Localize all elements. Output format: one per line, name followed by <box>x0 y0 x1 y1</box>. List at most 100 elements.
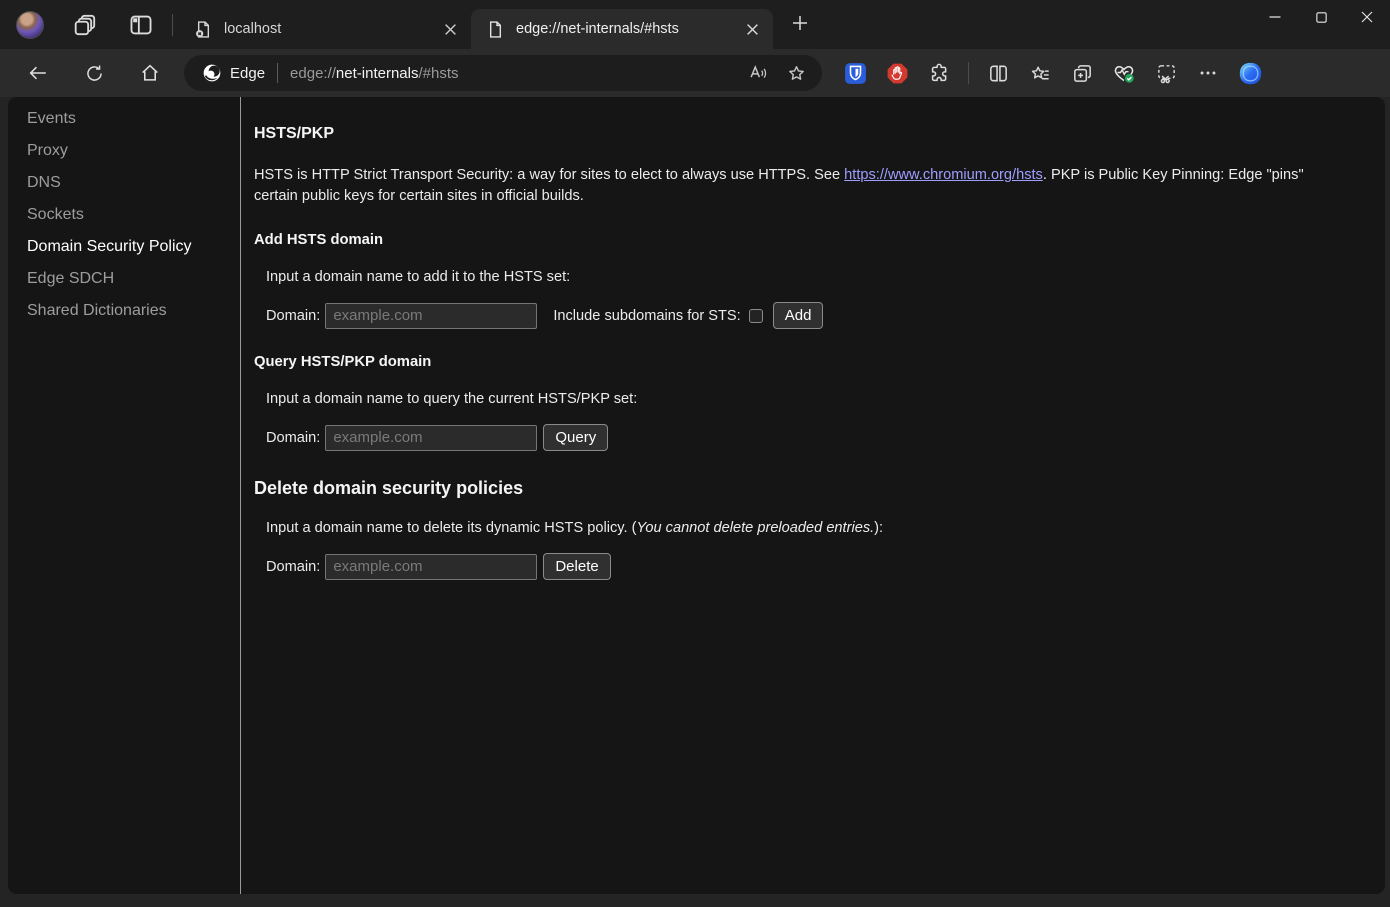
close-window-button[interactable] <box>1344 0 1390 34</box>
window-controls <box>1252 0 1390 34</box>
edge-logo <box>202 63 222 83</box>
delete-instruction-after: ): <box>874 520 883 536</box>
tab-actions-icon <box>128 12 154 38</box>
workspaces-button[interactable] <box>70 10 100 40</box>
edge-badge-label: Edge <box>230 65 265 82</box>
url-path: /#hsts <box>418 65 458 82</box>
sidebar-item-edge-sdch[interactable]: Edge SDCH <box>8 263 240 295</box>
add-hsts-instruction: Input a domain name to add it to the HST… <box>266 269 1337 285</box>
query-hsts-instruction: Input a domain name to query the current… <box>266 391 1337 407</box>
read-aloud-button[interactable] <box>742 58 774 88</box>
home-icon <box>139 62 161 84</box>
delete-instruction-italic: You cannot delete preloaded entries. <box>636 520 874 536</box>
back-button[interactable] <box>20 55 56 91</box>
net-internals-sidebar: Events Proxy DNS Sockets Domain Security… <box>8 97 241 894</box>
add-hsts-form: Domain: Include subdomains for STS: Add <box>266 302 1337 329</box>
browser-essentials-icon <box>1112 61 1136 85</box>
settings-more-button[interactable] <box>1191 56 1225 90</box>
more-icon <box>1197 62 1219 84</box>
subdomains-checkbox[interactable] <box>749 309 763 323</box>
minimize-icon <box>1268 10 1282 24</box>
delete-instruction-before: Input a domain name to delete its dynami… <box>266 520 636 536</box>
collections-icon <box>1071 62 1094 85</box>
sidebar-item-dns[interactable]: DNS <box>8 167 240 199</box>
tab-localhost[interactable]: localhost <box>179 9 471 49</box>
maximize-icon <box>1315 11 1328 24</box>
query-hsts-form: Domain: Query <box>266 424 1337 451</box>
adblock-icon <box>885 61 910 86</box>
collections-button[interactable] <box>1065 56 1099 90</box>
addressbar-separator <box>277 63 278 83</box>
delete-button[interactable]: Delete <box>543 553 610 580</box>
chromium-hsts-link[interactable]: https://www.chromium.org/hsts <box>844 167 1043 183</box>
favorite-button[interactable] <box>780 58 812 88</box>
profile-avatar[interactable] <box>16 11 44 39</box>
query-domain-input[interactable] <box>325 425 537 451</box>
web-content: Events Proxy DNS Sockets Domain Security… <box>8 97 1385 894</box>
bitwarden-icon <box>843 61 868 86</box>
site-info-chip[interactable]: Edge <box>202 63 265 83</box>
copilot-button[interactable] <box>1233 56 1267 90</box>
add-domain-input[interactable] <box>325 303 537 329</box>
add-hsts-heading: Add HSTS domain <box>254 232 1337 248</box>
page-title: HSTS/PKP <box>254 125 1337 143</box>
extensions-icon <box>928 62 951 85</box>
new-tab-icon <box>790 13 810 33</box>
query-domain-label: Domain: <box>266 430 320 446</box>
url-text: edge://net-internals/#hsts <box>290 65 742 82</box>
toolbar: Edge edge://net-internals/#hsts <box>0 49 1390 97</box>
delete-domain-input[interactable] <box>325 554 537 580</box>
sidebar-item-shared-dictionaries[interactable]: Shared Dictionaries <box>8 295 240 327</box>
delete-policies-instruction: Input a domain name to delete its dynami… <box>266 520 1337 536</box>
add-button[interactable]: Add <box>773 302 824 329</box>
intro-before-link: HSTS is HTTP Strict Transport Security: … <box>254 167 844 183</box>
query-button[interactable]: Query <box>543 424 608 451</box>
tab-actions-button[interactable] <box>126 10 156 40</box>
screenshot-button[interactable] <box>1149 56 1183 90</box>
sidebar-item-sockets[interactable]: Sockets <box>8 199 240 231</box>
back-icon <box>27 62 49 84</box>
tab-strip: localhost edge://net-internals/#hsts <box>179 0 815 49</box>
read-aloud-icon <box>747 62 769 84</box>
titlebar: localhost edge://net-internals/#hsts <box>0 0 1390 49</box>
home-button[interactable] <box>132 55 168 91</box>
toolbar-extensions <box>838 56 1267 90</box>
refresh-icon <box>84 63 105 84</box>
favorites-icon <box>1029 62 1052 85</box>
adblock-extension-button[interactable] <box>880 56 914 90</box>
refresh-button[interactable] <box>76 55 112 91</box>
tab-title: edge://net-internals/#hsts <box>516 21 741 37</box>
browser-essentials-button[interactable] <box>1107 56 1141 90</box>
delete-domain-label: Domain: <box>266 559 320 575</box>
favorites-button[interactable] <box>1023 56 1057 90</box>
delete-policies-form: Domain: Delete <box>266 553 1337 580</box>
workspaces-icon <box>72 12 98 38</box>
address-bar[interactable]: Edge edge://net-internals/#hsts <box>184 55 822 91</box>
delete-policies-heading: Delete domain security policies <box>254 478 1337 499</box>
close-window-icon <box>1360 10 1374 24</box>
titlebar-left-actions <box>0 10 170 40</box>
include-subdomains-label: Include subdomains for STS: <box>553 308 740 324</box>
query-hsts-heading: Query HSTS/PKP domain <box>254 354 1337 370</box>
page-icon <box>485 19 506 40</box>
sidebar-item-events[interactable]: Events <box>8 103 240 135</box>
minimize-button[interactable] <box>1252 0 1298 34</box>
sidebar-item-proxy[interactable]: Proxy <box>8 135 240 167</box>
tab-net-internals[interactable]: edge://net-internals/#hsts <box>471 9 773 49</box>
page-error-icon <box>193 19 214 40</box>
maximize-button[interactable] <box>1298 0 1344 34</box>
hsts-panel: HSTS/PKP HSTS is HTTP Strict Transport S… <box>241 97 1385 894</box>
sidebar-item-domain-security-policy[interactable]: Domain Security Policy <box>8 231 240 263</box>
bitwarden-extension-button[interactable] <box>838 56 872 90</box>
tab-title: localhost <box>224 21 439 37</box>
url-host: net-internals <box>336 65 419 82</box>
tabstrip-separator <box>172 14 173 36</box>
split-screen-icon <box>987 62 1010 85</box>
split-screen-button[interactable] <box>981 56 1015 90</box>
tab-close-button[interactable] <box>439 18 461 40</box>
tab-close-button[interactable] <box>741 18 763 40</box>
copilot-icon <box>1237 60 1264 87</box>
new-tab-button[interactable] <box>785 8 815 38</box>
extensions-button[interactable] <box>922 56 956 90</box>
toolbar-separator <box>968 62 969 84</box>
